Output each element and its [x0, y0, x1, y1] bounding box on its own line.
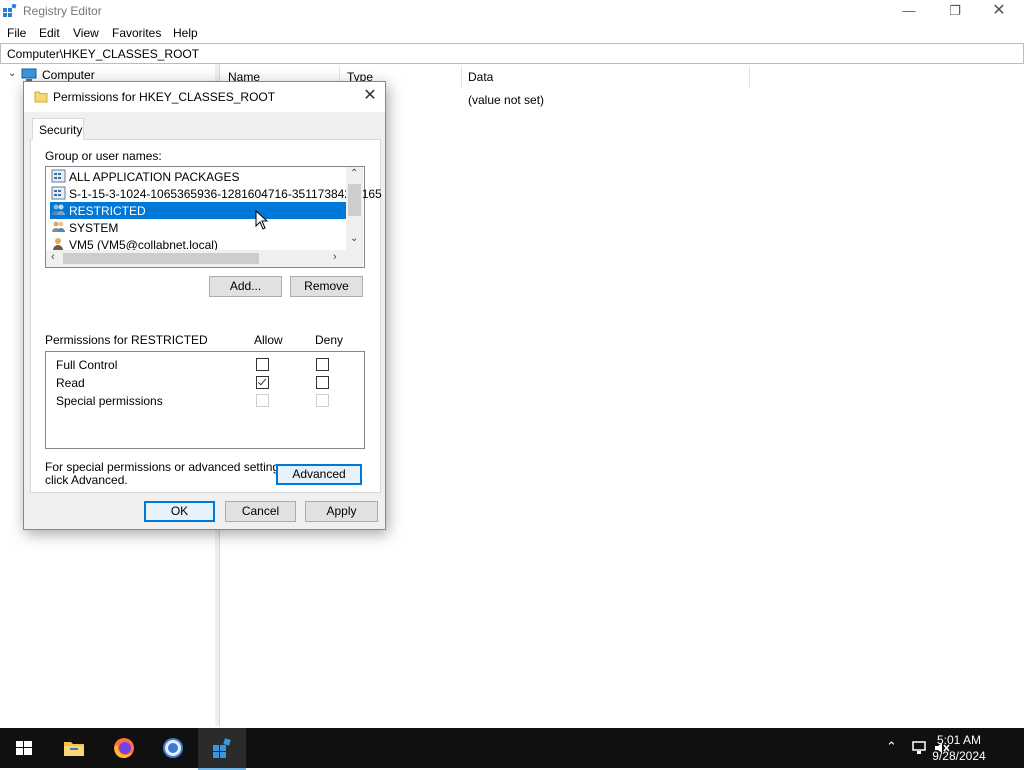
mouse-cursor-icon	[255, 210, 269, 230]
clock-time[interactable]: 5:01 AM	[924, 733, 994, 747]
scroll-right-icon[interactable]: ›	[333, 251, 337, 263]
close-button[interactable]: ✕	[976, 0, 1022, 22]
perm-full-control-label: Full Control	[56, 358, 118, 372]
users-group-icon	[52, 204, 65, 215]
permissions-dialog: Permissions for HKEY_CLASSES_ROOT ✕ Secu…	[23, 81, 386, 530]
windows-start-icon[interactable]	[12, 736, 36, 760]
group-user-list[interactable]: ALL APPLICATION PACKAGES S-1-15-3-1024-1…	[45, 166, 382, 268]
hscroll-thumb[interactable]	[63, 253, 259, 264]
tab-security[interactable]: Security	[32, 118, 84, 140]
advanced-hint-line1: For special permissions or advanced sett…	[45, 460, 289, 474]
remove-button[interactable]: Remove	[290, 276, 363, 297]
scroll-down-icon[interactable]: ⌄	[350, 233, 358, 244]
advanced-hint-line2: click Advanced.	[45, 473, 128, 487]
advanced-button[interactable]: Advanced	[276, 464, 362, 485]
dialog-title-bar: Permissions for HKEY_CLASSES_ROOT ✕	[24, 82, 385, 112]
cancel-button[interactable]: Cancel	[225, 501, 296, 522]
menu-file[interactable]: File	[7, 26, 26, 40]
deny-header: Deny	[315, 333, 344, 347]
minimize-button[interactable]: —	[886, 0, 932, 22]
add-button[interactable]: Add...	[209, 276, 282, 297]
read-allow-checkbox[interactable]	[256, 376, 269, 389]
chevron-up-icon[interactable]: ⌃	[886, 739, 897, 755]
tab-security-label: Security	[39, 123, 83, 137]
app-packages-icon	[51, 186, 66, 200]
file-explorer-icon[interactable]	[62, 736, 86, 760]
column-separator[interactable]	[749, 66, 750, 88]
scroll-up-icon[interactable]: ⌃	[350, 168, 358, 179]
apply-button[interactable]: Apply	[305, 501, 378, 522]
menu-edit[interactable]: Edit	[39, 26, 60, 40]
read-deny-checkbox[interactable]	[316, 376, 329, 389]
chrome-icon[interactable]	[161, 736, 185, 760]
clock-date[interactable]: 9/28/2024	[924, 749, 994, 763]
list-item[interactable]: SYSTEM	[50, 219, 346, 236]
list-item[interactable]: S-1-15-3-1024-1065365936-1281604716-3511…	[50, 185, 382, 202]
registry-editor-taskbar-icon	[213, 738, 231, 758]
permissions-header: Permissions for RESTRICTED	[45, 333, 208, 347]
special-deny-checkbox	[316, 394, 329, 407]
registry-editor-icon	[3, 4, 17, 17]
scroll-left-icon[interactable]: ‹	[51, 251, 55, 263]
ok-button[interactable]: OK	[144, 501, 215, 522]
horizontal-scrollbar[interactable]: ‹ ›	[46, 250, 346, 267]
tree-item-computer[interactable]: Computer	[42, 68, 95, 82]
chevron-down-icon[interactable]: ⌄	[8, 68, 16, 79]
scroll-thumb[interactable]	[348, 184, 361, 216]
scroll-corner	[346, 250, 363, 267]
perm-read-label: Read	[56, 376, 85, 390]
user-icon	[53, 238, 63, 250]
app-packages-icon	[51, 169, 66, 183]
window-title: Registry Editor	[23, 4, 102, 18]
users-group-icon	[52, 221, 65, 232]
full-control-allow-checkbox[interactable]	[256, 358, 269, 371]
address-bar[interactable]: Computer\HKEY_CLASSES_ROOT	[0, 43, 1024, 64]
list-item-selected[interactable]: RESTRICTED	[50, 202, 346, 219]
special-allow-checkbox	[256, 394, 269, 407]
menu-help[interactable]: Help	[173, 26, 198, 40]
column-data[interactable]: Data	[468, 70, 493, 84]
folder-icon	[34, 91, 48, 103]
computer-icon	[21, 68, 37, 81]
vertical-scrollbar[interactable]: ⌃ ⌄	[346, 167, 363, 250]
full-control-deny-checkbox[interactable]	[316, 358, 329, 371]
menu-view[interactable]: View	[73, 26, 99, 40]
allow-header: Allow	[254, 333, 283, 347]
permissions-list[interactable]: Full Control Read Special permissions	[45, 351, 365, 449]
security-tab-page: Group or user names: ALL APPLICATION PAC…	[30, 139, 382, 493]
taskbar-regedit-active[interactable]	[198, 728, 246, 770]
list-item[interactable]: ALL APPLICATION PACKAGES	[50, 168, 346, 185]
restore-button[interactable]: ❐	[932, 0, 978, 22]
column-separator[interactable]	[461, 66, 462, 88]
title-bar: Registry Editor — ❐ ✕	[0, 0, 1024, 22]
menu-favorites[interactable]: Favorites	[112, 26, 161, 40]
group-label: Group or user names:	[45, 149, 162, 163]
perm-special-label: Special permissions	[56, 394, 163, 408]
dialog-close-button[interactable]: ✕	[360, 86, 380, 106]
dialog-title: Permissions for HKEY_CLASSES_ROOT	[53, 90, 276, 104]
menu-bar: File Edit View Favorites Help	[0, 22, 1024, 42]
list-item[interactable]: VM5 (VM5@collabnet.local)	[50, 236, 346, 250]
firefox-icon[interactable]	[112, 736, 136, 760]
taskbar: ⌃ 5:01 AM 9/28/2024	[0, 728, 1024, 770]
value-data[interactable]: (value not set)	[468, 93, 544, 107]
address-text: Computer\HKEY_CLASSES_ROOT	[7, 47, 200, 61]
